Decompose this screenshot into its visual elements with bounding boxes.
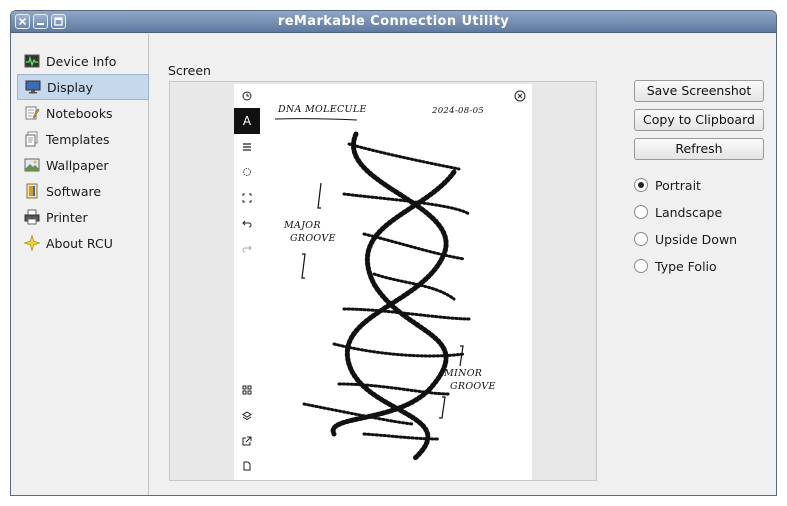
redo-icon bbox=[238, 239, 256, 257]
title-bar[interactable]: reMarkable Connection Utility bbox=[11, 11, 776, 33]
orientation-portrait[interactable]: Portrait bbox=[634, 176, 701, 194]
sidebar: Device Info Display Notebooks Templates … bbox=[11, 34, 149, 495]
main-panel: Screen A DNA MOLECULE 2024-08-05 MAJOR G… bbox=[150, 34, 776, 495]
orientation-landscape[interactable]: Landscape bbox=[634, 203, 722, 221]
about-icon bbox=[24, 235, 40, 251]
menu-icon bbox=[238, 138, 256, 156]
dna-helix-sketch bbox=[301, 131, 471, 462]
clock-icon bbox=[238, 87, 256, 105]
sidebar-item-printer[interactable]: Printer bbox=[17, 204, 149, 230]
eraser-icon bbox=[238, 163, 256, 181]
sidebar-item-software[interactable]: Software bbox=[17, 178, 149, 204]
tablet-toolbar: A bbox=[234, 84, 260, 480]
radio-label: Upside Down bbox=[655, 231, 738, 247]
orientation-type-folio[interactable]: Type Folio bbox=[634, 257, 717, 275]
copy-to-clipboard-button[interactable]: Copy to Clipboard bbox=[634, 109, 764, 131]
screen-label: Screen bbox=[168, 63, 211, 78]
display-icon bbox=[25, 80, 41, 94]
radio-unchecked-icon bbox=[634, 232, 648, 246]
orientation-upside-down[interactable]: Upside Down bbox=[634, 230, 737, 248]
radio-checked-icon bbox=[634, 178, 648, 192]
radio-label: Type Folio bbox=[655, 258, 717, 274]
templates-icon bbox=[25, 131, 38, 147]
wallpaper-icon bbox=[24, 158, 40, 172]
software-icon bbox=[26, 183, 38, 199]
app-window: reMarkable Connection Utility Device Inf… bbox=[10, 10, 777, 496]
sidebar-item-notebooks[interactable]: Notebooks bbox=[17, 100, 149, 126]
select-icon bbox=[238, 189, 256, 207]
printer-icon bbox=[24, 209, 40, 225]
sidebar-item-about[interactable]: About RCU bbox=[17, 230, 149, 256]
page-icon bbox=[238, 457, 256, 475]
pen-icon: A bbox=[234, 108, 260, 134]
sidebar-item-label: Templates bbox=[46, 131, 110, 147]
sidebar-item-label: Display bbox=[47, 79, 94, 95]
tablet-screenshot: A DNA MOLECULE 2024-08-05 MAJOR GROOVE M… bbox=[234, 84, 532, 480]
layers-icon bbox=[238, 407, 256, 425]
radio-label: Portrait bbox=[655, 177, 701, 193]
window-title: reMarkable Connection Utility bbox=[277, 14, 510, 29]
notebooks-icon bbox=[25, 106, 40, 120]
grid-icon bbox=[238, 381, 256, 399]
screen-preview: A DNA MOLECULE 2024-08-05 MAJOR GROOVE M… bbox=[169, 81, 597, 481]
share-icon bbox=[238, 432, 256, 450]
sidebar-item-display[interactable]: Display bbox=[17, 74, 149, 100]
device-info-icon bbox=[24, 54, 40, 68]
sidebar-item-label: About RCU bbox=[46, 235, 113, 251]
sidebar-list: Device Info Display Notebooks Templates … bbox=[17, 48, 149, 256]
save-screenshot-button[interactable]: Save Screenshot bbox=[634, 80, 764, 102]
radio-label: Landscape bbox=[655, 204, 723, 220]
sidebar-item-wallpaper[interactable]: Wallpaper bbox=[17, 152, 149, 178]
refresh-button[interactable]: Refresh bbox=[634, 138, 764, 160]
sidebar-item-templates[interactable]: Templates bbox=[17, 126, 149, 152]
sidebar-item-label: Notebooks bbox=[46, 105, 113, 121]
radio-unchecked-icon bbox=[634, 205, 648, 219]
radio-unchecked-icon bbox=[634, 259, 648, 273]
sidebar-item-label: Printer bbox=[46, 209, 88, 225]
sidebar-item-device-info[interactable]: Device Info bbox=[17, 48, 149, 74]
handwritten-drawing: DNA MOLECULE 2024-08-05 MAJOR GROOVE MIN… bbox=[264, 84, 532, 480]
sidebar-item-label: Software bbox=[46, 183, 102, 199]
sidebar-item-label: Wallpaper bbox=[46, 157, 109, 173]
undo-icon bbox=[238, 214, 256, 232]
sidebar-item-label: Device Info bbox=[46, 53, 117, 69]
